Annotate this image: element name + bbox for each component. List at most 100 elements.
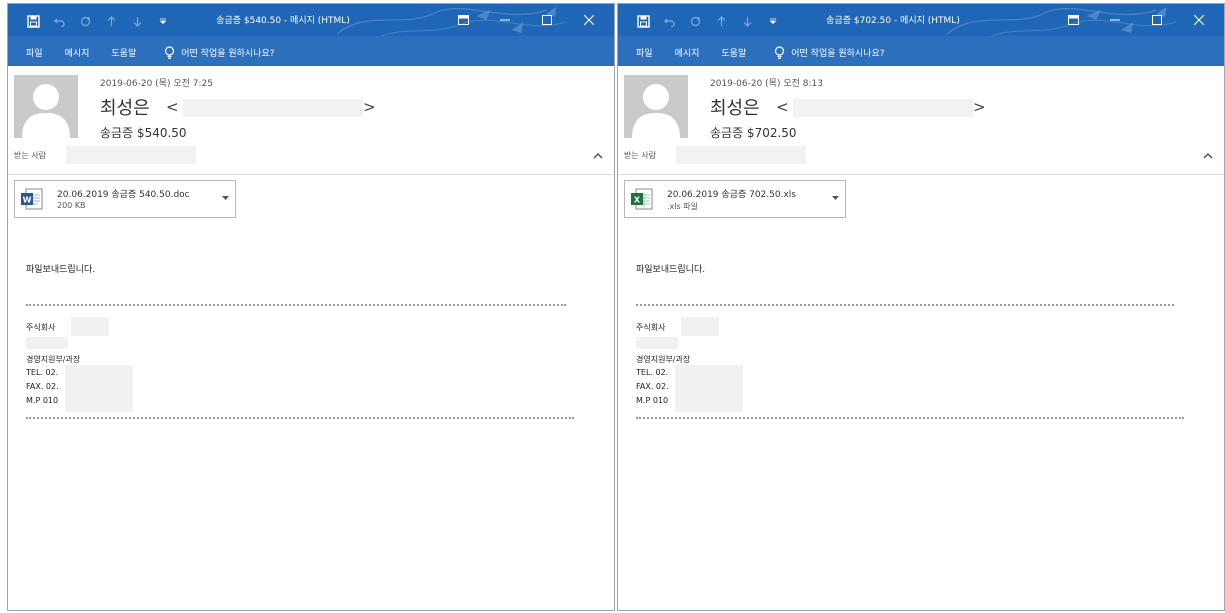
redo-icon[interactable] <box>78 14 92 28</box>
address-close-bracket: > <box>973 98 986 116</box>
sender-avatar[interactable] <box>14 75 78 138</box>
attachment-card[interactable]: X 20.06.2019 송금증 702.50.xls .xls 파일 <box>624 180 846 218</box>
tab-file[interactable]: 파일 <box>636 46 653 59</box>
message-subject: 송금증 $540.50 <box>100 126 187 140</box>
window-title: 송금증 $540.50 - 메시지 (HTML) <box>216 16 350 26</box>
signature-separator-bottom <box>26 417 574 419</box>
message-header: 2019-06-20 (목) 오전 7:25 최성은 < > 송금증 $540.… <box>8 66 614 174</box>
screenshot-pair: 송금증 $540.50 - 메시지 (HTML) 파일 메시지 도움말 어떤 작… <box>0 0 1225 613</box>
redacted-company-name <box>71 317 109 336</box>
tab-help[interactable]: 도움말 <box>721 46 746 59</box>
quick-access-toolbar <box>636 12 780 30</box>
next-item-icon[interactable] <box>130 14 144 28</box>
svg-text:W: W <box>23 196 32 205</box>
attachment-dropdown-icon[interactable] <box>221 194 229 202</box>
body-greeting: 파일보내드립니다. <box>26 265 96 275</box>
lightbulb-icon <box>165 46 175 59</box>
signature-fax: FAX. 02. <box>636 382 669 391</box>
collapse-header-icon[interactable] <box>1202 151 1214 161</box>
attachment-name: 20.06.2019 송금증 540.50.doc <box>57 190 190 200</box>
sent-datetime: 2019-06-20 (목) 오전 8:13 <box>710 79 823 89</box>
sent-datetime: 2019-06-20 (목) 오전 7:25 <box>100 79 213 89</box>
title-bar: 송금증 $702.50 - 메시지 (HTML) <box>618 4 1224 36</box>
save-icon[interactable] <box>636 14 650 28</box>
signature-mobile: M.P 010 <box>26 396 59 405</box>
sender-name[interactable]: 최성은 <box>710 94 760 120</box>
attachment-dropdown-icon[interactable] <box>831 194 839 202</box>
signature-department: 경영지원부/과장 <box>26 355 81 364</box>
signature-separator-bottom <box>636 417 1184 419</box>
signature-company: 주식회사 <box>26 323 56 332</box>
to-label: 받는 사람 <box>624 151 656 160</box>
sender-name[interactable]: 최성은 <box>100 94 150 120</box>
signature-fax: FAX. 02. <box>26 382 59 391</box>
signature-tel: TEL. 02. <box>26 368 59 377</box>
redacted-phone-numbers <box>675 365 743 412</box>
redo-icon[interactable] <box>688 14 702 28</box>
close-icon[interactable] <box>1178 8 1220 32</box>
address-open-bracket: < <box>776 98 789 116</box>
redacted-person-name <box>26 337 68 349</box>
address-open-bracket: < <box>166 98 179 116</box>
signature-separator-top <box>636 304 1174 306</box>
attachment-name: 20.06.2019 송금증 702.50.xls <box>667 190 796 200</box>
ribbon-tabs: 파일 메시지 도움말 어떤 작업을 원하시나요? <box>8 36 614 66</box>
redacted-phone-numbers <box>65 365 133 412</box>
attachment-card[interactable]: W 20.06.2019 송금증 540.50.doc 200 KB <box>14 180 236 218</box>
tab-file[interactable]: 파일 <box>26 46 43 59</box>
maximize-icon[interactable] <box>1136 8 1178 32</box>
ribbon-display-options-icon[interactable] <box>442 8 484 32</box>
body-greeting: 파일보내드립니다. <box>636 265 706 275</box>
undo-icon[interactable] <box>662 14 676 28</box>
previous-item-icon[interactable] <box>104 14 118 28</box>
attachment-type: .xls 파일 <box>667 202 698 211</box>
message-header: 2019-06-20 (목) 오전 8:13 최성은 < > 송금증 $702.… <box>618 66 1224 174</box>
undo-icon[interactable] <box>52 14 66 28</box>
tab-message[interactable]: 메시지 <box>675 46 700 59</box>
quick-access-toolbar <box>26 12 170 30</box>
outlook-message-window-right: 송금증 $702.50 - 메시지 (HTML) 파일 메시지 도움말 어떤 작… <box>617 3 1225 611</box>
collapse-header-icon[interactable] <box>592 151 604 161</box>
save-icon[interactable] <box>26 14 40 28</box>
signature-department: 경영지원부/과장 <box>636 355 691 364</box>
signature-separator-top <box>26 304 566 306</box>
tell-me-text: 어떤 작업을 원하시나요? <box>181 49 275 59</box>
excel-xls-icon: X <box>631 188 653 210</box>
close-icon[interactable] <box>568 8 610 32</box>
attachment-size: 200 KB <box>57 201 86 210</box>
next-item-icon[interactable] <box>740 14 754 28</box>
signature-company: 주식회사 <box>636 323 666 332</box>
redacted-recipient <box>66 146 196 164</box>
signature-mobile: M.P 010 <box>636 396 669 405</box>
maximize-icon[interactable] <box>526 8 568 32</box>
window-controls <box>1052 8 1220 32</box>
previous-item-icon[interactable] <box>714 14 728 28</box>
window-title: 송금증 $702.50 - 메시지 (HTML) <box>826 16 960 26</box>
title-bar: 송금증 $540.50 - 메시지 (HTML) <box>8 4 614 36</box>
redacted-sender-address <box>793 99 973 117</box>
minimize-icon[interactable] <box>1094 8 1136 32</box>
message-subject: 송금증 $702.50 <box>710 126 797 140</box>
svg-text:X: X <box>634 196 641 205</box>
to-label: 받는 사람 <box>14 151 46 160</box>
sender-avatar[interactable] <box>624 75 688 138</box>
lightbulb-icon <box>775 46 785 59</box>
ribbon-display-options-icon[interactable] <box>1052 8 1094 32</box>
ribbon-tabs: 파일 메시지 도움말 어떤 작업을 원하시나요? <box>618 36 1224 66</box>
tab-message[interactable]: 메시지 <box>65 46 90 59</box>
tell-me-box[interactable]: 어떤 작업을 원하시나요? <box>164 46 275 59</box>
tell-me-text: 어떤 작업을 원하시나요? <box>791 49 885 59</box>
redacted-person-name <box>636 337 678 349</box>
redacted-company-name <box>681 317 719 336</box>
signature-tel: TEL. 02. <box>636 368 669 377</box>
outlook-message-window-left: 송금증 $540.50 - 메시지 (HTML) 파일 메시지 도움말 어떤 작… <box>7 3 615 611</box>
window-controls <box>442 8 610 32</box>
header-divider <box>618 174 1224 175</box>
tell-me-box[interactable]: 어떤 작업을 원하시나요? <box>774 46 885 59</box>
tab-help[interactable]: 도움말 <box>111 46 136 59</box>
word-doc-icon: W <box>21 188 43 210</box>
header-divider <box>8 174 614 175</box>
redacted-recipient <box>676 146 806 164</box>
redacted-sender-address <box>183 99 363 117</box>
minimize-icon[interactable] <box>484 8 526 32</box>
